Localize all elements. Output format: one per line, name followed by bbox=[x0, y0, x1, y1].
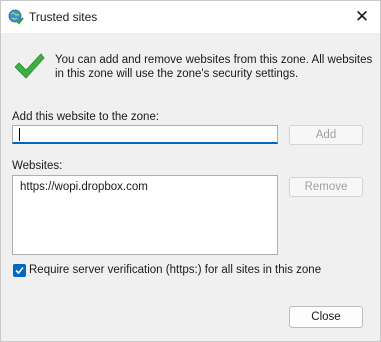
require-https-label[interactable]: Require server verification (https:) for… bbox=[29, 264, 321, 276]
trusted-sites-dialog: Trusted sites ✕ You can add and remove w… bbox=[0, 0, 381, 342]
add-button[interactable]: Add bbox=[289, 125, 363, 145]
title-bar: Trusted sites ✕ bbox=[1, 1, 380, 33]
info-text: You can add and remove websites from thi… bbox=[55, 54, 373, 80]
remove-button[interactable]: Remove bbox=[289, 177, 363, 197]
close-icon[interactable]: ✕ bbox=[350, 5, 374, 29]
list-item[interactable]: https://wopi.dropbox.com bbox=[20, 181, 148, 193]
require-https-checkbox[interactable] bbox=[13, 264, 26, 277]
window-title: Trusted sites bbox=[29, 10, 98, 24]
checkbox-check-icon bbox=[15, 266, 24, 275]
close-button[interactable]: Close bbox=[289, 306, 363, 328]
websites-listbox[interactable]: https://wopi.dropbox.com bbox=[12, 175, 278, 255]
globe-check-icon bbox=[8, 9, 24, 25]
text-caret bbox=[19, 128, 20, 141]
add-website-input[interactable] bbox=[12, 125, 278, 144]
add-website-label: Add this website to the zone: bbox=[12, 111, 160, 123]
websites-label: Websites: bbox=[12, 160, 63, 172]
checkmark-icon bbox=[14, 53, 45, 79]
